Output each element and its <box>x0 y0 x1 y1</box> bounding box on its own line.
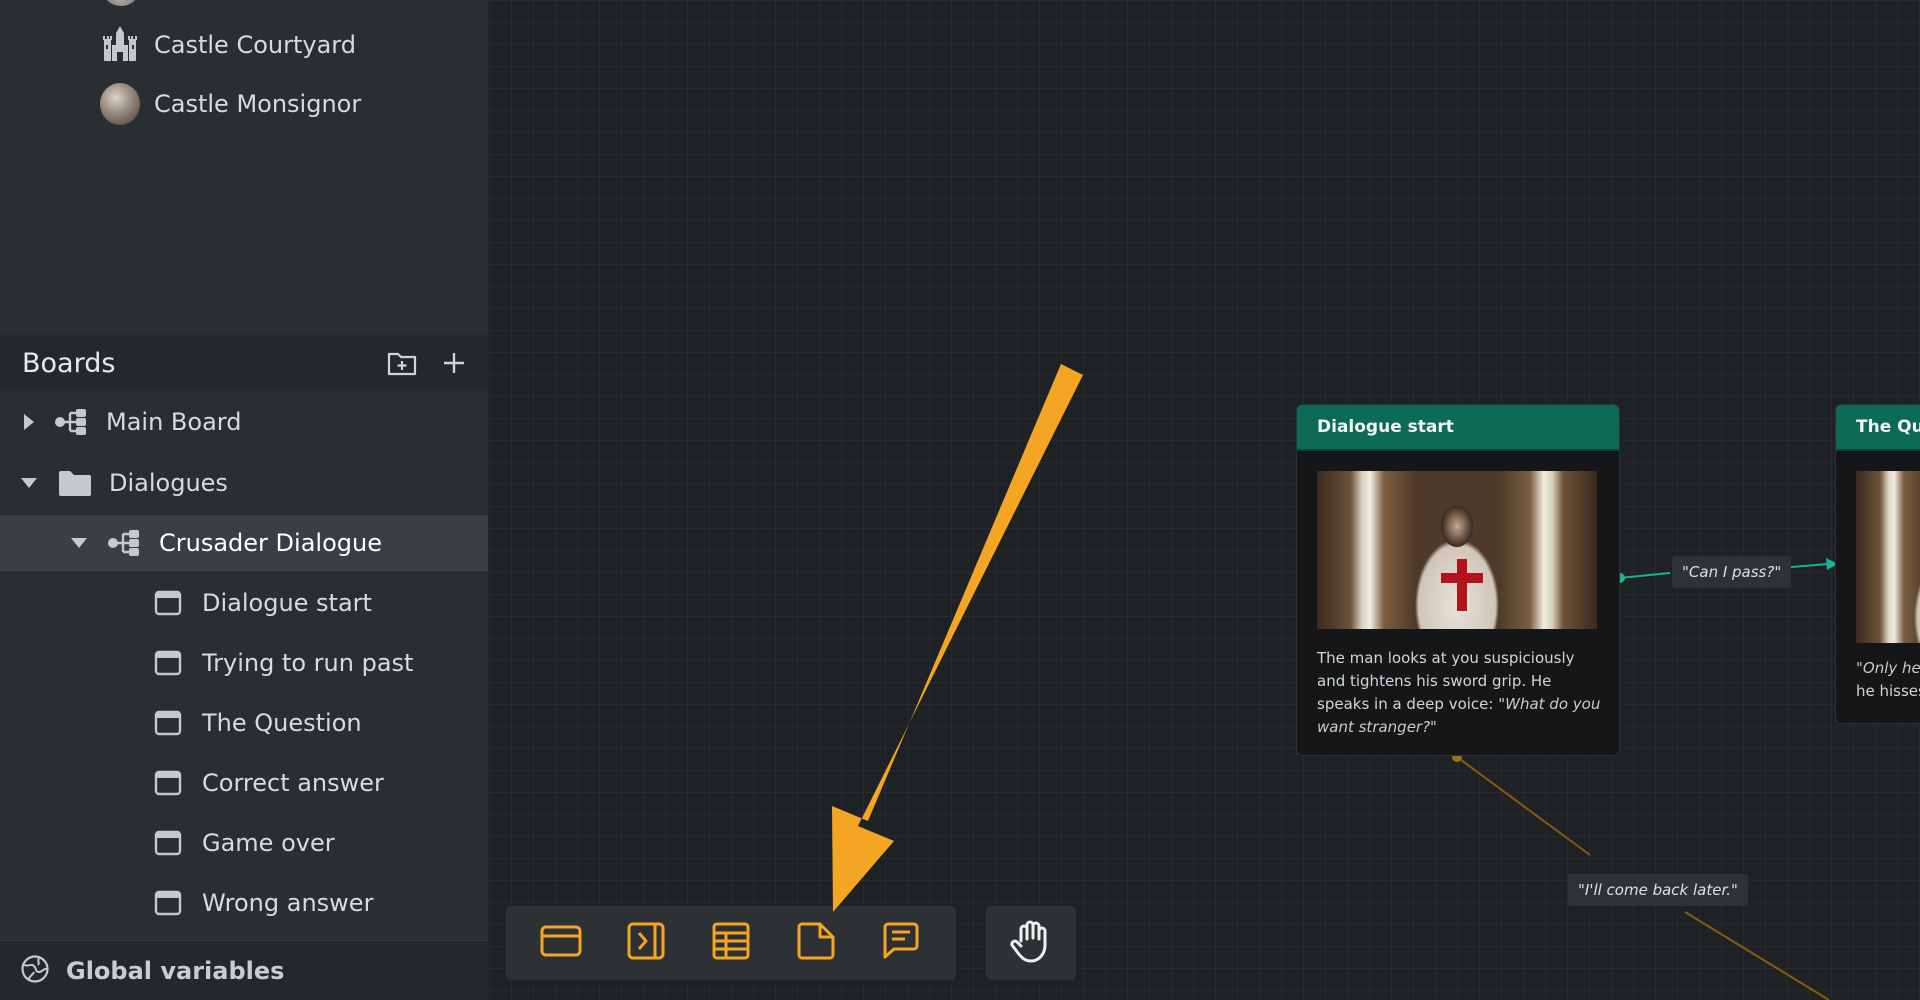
card-icon <box>148 763 188 803</box>
board-icon <box>105 523 145 563</box>
sidebar-item-label: Correct answer <box>202 769 384 797</box>
card-icon <box>148 583 188 623</box>
plus-icon[interactable] <box>434 343 474 383</box>
expand-caret-icon[interactable] <box>24 414 34 430</box>
card-icon <box>539 924 583 962</box>
sidebar: Castle Courtyard Castle Monsignor Boards… <box>0 0 489 1000</box>
globe-icon <box>20 954 50 988</box>
sidebar-item-label: Main Board <box>106 408 242 436</box>
table-tool-button[interactable] <box>703 915 759 971</box>
connections-layer <box>1452 558 1838 1000</box>
node-text-line: he hisses <box>1856 682 1920 700</box>
jump-icon <box>626 921 666 965</box>
board-canvas[interactable]: Dialogue start The man looks at you susp… <box>489 0 1920 1000</box>
sidebar-item-crusader-dialogue[interactable]: Crusader Dialogue <box>0 515 488 571</box>
sidebar-item-trying-to-run-past[interactable]: Trying to run past <box>0 635 488 691</box>
node-image <box>1317 471 1597 629</box>
sidebar-item-label: Dialogue start <box>202 589 372 617</box>
edge-can-i-pass-left <box>1619 572 1671 579</box>
sidebar-item-game-over[interactable]: Game over <box>0 815 488 871</box>
sidebar-item-dialogues[interactable]: Dialogues <box>0 455 488 511</box>
edge-label-can-i-pass[interactable]: "Can I pass?" <box>1672 556 1792 588</box>
sidebar-item-label: Game over <box>202 829 335 857</box>
card-icon <box>148 823 188 863</box>
node-image <box>1856 471 1920 643</box>
node-title: The Que <box>1836 405 1920 451</box>
sidebar-item-castle-courtyard[interactable]: Castle Courtyard <box>0 17 488 73</box>
edge-label-come-back-later[interactable]: "I'll come back later." <box>1568 874 1748 906</box>
sidebar-item-label: Trying to run past <box>202 649 414 677</box>
node-text: "Only he w he hisses <box>1856 657 1920 703</box>
sidebar-item-castle-monsignor[interactable]: Castle Monsignor <box>0 76 488 132</box>
jump-tool-button[interactable] <box>618 915 674 971</box>
collapse-caret-icon[interactable] <box>71 538 87 548</box>
sidebar-item-wrong-answer[interactable]: Wrong answer <box>0 875 488 931</box>
edge-come-back-lower <box>1684 911 1830 1000</box>
folder-icon <box>55 463 95 503</box>
global-variables-button[interactable]: Global variables <box>0 940 488 1000</box>
node-toolbar <box>506 906 956 980</box>
sidebar-item-label: Castle Courtyard <box>154 31 356 59</box>
card-icon <box>148 703 188 743</box>
global-variables-label: Global variables <box>66 956 285 985</box>
folder-plus-icon[interactable] <box>382 343 422 383</box>
sidebar-item-label: The Question <box>202 709 362 737</box>
sidebar-item-correct-answer[interactable]: Correct answer <box>0 755 488 811</box>
avatar <box>100 83 140 125</box>
sidebar-item-the-question[interactable]: The Question <box>0 695 488 751</box>
card-icon <box>148 643 188 683</box>
board-icon <box>52 402 92 442</box>
sidebar-item-label: Wrong answer <box>202 889 374 917</box>
hand-icon <box>1007 917 1055 969</box>
edge-come-back-upper <box>1456 756 1591 856</box>
comment-icon <box>881 921 921 965</box>
hand-tool-button[interactable] <box>986 906 1076 980</box>
node-text: The man looks at you suspiciously and ti… <box>1317 647 1607 739</box>
partial-avatar <box>102 0 140 6</box>
note-icon <box>796 921 836 965</box>
card-icon <box>148 883 188 923</box>
sidebar-item-label: Crusader Dialogue <box>159 529 382 557</box>
comment-tool-button[interactable] <box>873 915 929 971</box>
card-tool-button[interactable] <box>533 915 589 971</box>
sidebar-item-dialogue-start[interactable]: Dialogue start <box>0 575 488 631</box>
boards-header: Boards <box>0 335 488 391</box>
collapse-caret-icon[interactable] <box>21 478 37 488</box>
sidebar-item-main-board[interactable]: Main Board <box>0 394 488 450</box>
boards-title: Boards <box>22 347 116 379</box>
sidebar-item-label: Castle Monsignor <box>154 90 362 118</box>
table-icon <box>711 921 751 965</box>
node-the-question[interactable]: The Que "Only he w he hisses <box>1835 404 1920 724</box>
castle-icon <box>100 25 140 65</box>
node-title: Dialogue start <box>1297 405 1619 451</box>
node-text-line: "Only he w <box>1856 659 1920 677</box>
note-tool-button[interactable] <box>788 915 844 971</box>
node-dialogue-start[interactable]: Dialogue start The man looks at you susp… <box>1296 404 1620 756</box>
sidebar-item-label: Dialogues <box>109 469 228 497</box>
